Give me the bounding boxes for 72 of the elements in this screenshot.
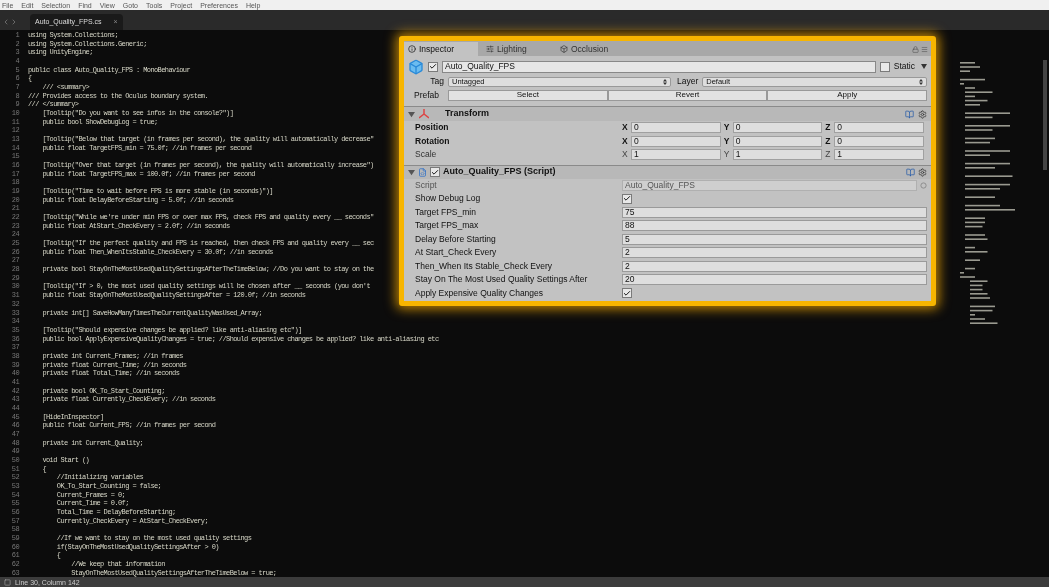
static-checkbox[interactable]	[879, 61, 890, 72]
number-field[interactable]: 88	[622, 220, 927, 232]
prefab-button[interactable]: Apply	[767, 89, 927, 101]
axis-value-field[interactable]: 1	[631, 149, 721, 161]
tag-label: Tag	[429, 75, 444, 88]
tab-icon	[560, 45, 568, 53]
prefab-button[interactable]: Select	[448, 89, 608, 101]
dropdown-caret-icon[interactable]	[921, 64, 927, 69]
axis-label: X	[622, 148, 629, 162]
field-label: Target FPS_min	[415, 205, 477, 219]
field-label: Delay Before Starting	[415, 232, 497, 246]
name-field[interactable]: Auto_Quality_FPS	[442, 60, 876, 73]
axis-label: X	[622, 134, 629, 148]
help-icon[interactable]	[905, 109, 914, 119]
field-label: Show Debug Log	[415, 192, 482, 206]
axis-label: Y	[723, 148, 731, 162]
updown-icon	[919, 78, 923, 85]
field-label: Target FPS_max	[415, 219, 480, 233]
transform-label: Position	[415, 121, 450, 135]
axis-label: Y	[723, 121, 731, 135]
script-icon	[418, 167, 427, 177]
help-icon[interactable]	[906, 167, 915, 177]
prefab-label: Prefab	[414, 88, 441, 102]
static-label[interactable]: Static	[893, 60, 917, 73]
field-label: Stay On The Most Used Quality Settings After	[415, 273, 589, 287]
tab-icon	[486, 45, 494, 53]
prefab-button[interactable]: Revert	[607, 89, 768, 101]
field-checkbox[interactable]	[622, 193, 632, 204]
updown-icon	[663, 78, 667, 85]
axis-label: X	[622, 121, 629, 135]
script-field: Auto_Quality_FPS	[622, 179, 917, 191]
axis-value-field[interactable]: 0	[834, 122, 924, 134]
axis-value-field[interactable]: 0	[732, 135, 823, 147]
axis-value-field[interactable]: 1	[834, 149, 924, 161]
scrollbar[interactable]	[1043, 60, 1047, 170]
caret-icon[interactable]	[408, 168, 415, 176]
axis-label: Z	[825, 148, 832, 162]
field-label: Then_When Its Stable_Check Every	[415, 259, 553, 273]
axis-value-field[interactable]: 0	[631, 135, 721, 147]
number-field[interactable]: 20	[622, 274, 927, 286]
field-label: Apply Expensive Quality Changes	[415, 286, 545, 300]
panel-icon[interactable]	[4, 578, 11, 586]
caret-icon[interactable]	[408, 110, 415, 118]
settings-icon[interactable]	[918, 167, 927, 177]
number-field[interactable]: 75	[622, 206, 927, 218]
field-checkbox[interactable]	[622, 288, 632, 299]
tab-icon	[408, 45, 416, 53]
cube-icon	[408, 58, 424, 75]
number-field[interactable]: 2	[622, 260, 927, 272]
axis-label: Y	[723, 134, 731, 148]
component-title: Auto_Quality_FPS (Script)	[443, 165, 556, 179]
active-checkbox[interactable]	[428, 61, 438, 72]
transform-label: Rotation	[415, 134, 451, 148]
axis-value-field[interactable]: 0	[631, 122, 721, 134]
axis-value-field[interactable]: 1	[732, 149, 823, 161]
enabled-checkbox[interactable]	[430, 167, 440, 177]
field-label: Script	[415, 178, 438, 192]
layer-label: Layer	[677, 75, 699, 88]
axis-label: Z	[825, 134, 832, 148]
axes-icon	[419, 109, 429, 119]
inspector-tab[interactable]: Inspector	[404, 42, 478, 56]
number-field[interactable]: 5	[622, 233, 927, 245]
field-label: At Start_Check Every	[415, 246, 498, 260]
number-field[interactable]: 2	[622, 247, 927, 259]
menu-icon[interactable]	[921, 45, 928, 53]
settings-icon[interactable]	[918, 109, 927, 119]
lock-icon[interactable]	[912, 45, 919, 53]
transform-label: Scale	[415, 148, 438, 162]
component-title: Transform	[445, 107, 489, 121]
axis-label: Z	[825, 121, 832, 135]
axis-value-field[interactable]: 0	[732, 122, 823, 134]
axis-value-field[interactable]: 0	[834, 135, 924, 147]
